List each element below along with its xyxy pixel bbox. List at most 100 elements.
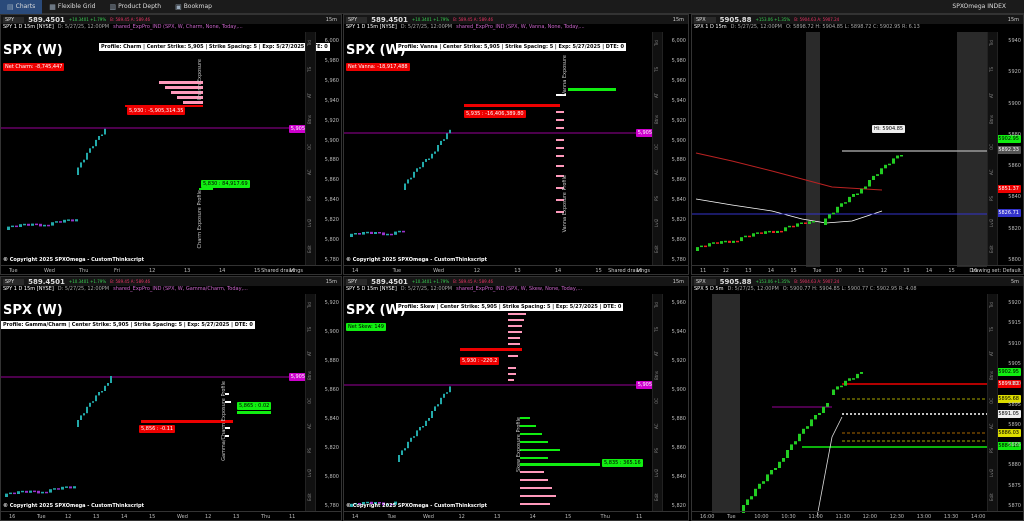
side-tab-at[interactable]: AT bbox=[307, 93, 312, 98]
price-tick-label: 5,900 bbox=[324, 137, 339, 144]
side-tab-ts[interactable]: TS bbox=[989, 327, 994, 332]
side-tab-lvl2[interactable]: Lvl2 bbox=[307, 219, 312, 227]
shared-drawings-menu[interactable]: Shared drawings bbox=[608, 268, 650, 274]
side-tab-btns[interactable]: Btns bbox=[989, 115, 994, 124]
chart-panel-skew[interactable]: SPY 589.4501 +10.3401 +1.79% B: 589.45 A: 5… bbox=[343, 276, 689, 521]
side-tab-lvl2[interactable]: Lvl2 bbox=[654, 219, 659, 227]
side-tab-trd[interactable]: Trd bbox=[654, 302, 659, 308]
side-tab-edit[interactable]: Edit bbox=[654, 245, 659, 253]
side-tab-oc[interactable]: OC bbox=[654, 398, 659, 404]
candle bbox=[73, 486, 76, 489]
side-tab-lvl2[interactable]: Lvl2 bbox=[307, 469, 312, 477]
shared-drawings-menu[interactable]: Shared drawings bbox=[261, 268, 303, 274]
side-tab-ac[interactable]: AC bbox=[654, 170, 659, 175]
side-tab-oc[interactable]: OC bbox=[307, 144, 312, 150]
side-tab-ac[interactable]: AC bbox=[307, 170, 312, 175]
side-tab-ps[interactable]: PS bbox=[989, 448, 994, 453]
chart-panel-spx-5m[interactable]: SPX 5905.88 +153.06 +1.35% B: 5904.63 A: 59… bbox=[691, 276, 1024, 521]
side-tab-edit[interactable]: Edit bbox=[989, 493, 994, 501]
side-tab-at[interactable]: AT bbox=[654, 93, 659, 98]
candle bbox=[398, 230, 401, 233]
side-tab-oc[interactable]: OC bbox=[989, 398, 994, 404]
side-tab-edit[interactable]: Edit bbox=[307, 493, 312, 501]
side-tab-ps[interactable]: PS bbox=[307, 448, 312, 453]
candle bbox=[13, 492, 16, 495]
tab-charts[interactable]: ▤ Charts bbox=[0, 0, 43, 14]
price-axis[interactable]: 6,000 5,980 5,960 5,940 5,920 5,900 5,880 5,860… bbox=[315, 32, 341, 265]
chart-panel-gamma-charm[interactable]: SPY 589.4501 +10.3401 +1.79% B: 589.45 A: 5… bbox=[0, 276, 342, 521]
candle bbox=[413, 436, 415, 438]
side-tab-trd[interactable]: Trd bbox=[307, 302, 312, 308]
side-tab-trd[interactable]: Trd bbox=[989, 302, 994, 308]
side-tab-ac[interactable]: AC bbox=[307, 423, 312, 428]
candle bbox=[794, 441, 797, 445]
side-tab-at[interactable]: AT bbox=[989, 93, 994, 98]
side-tab-ps[interactable]: PS bbox=[307, 196, 312, 201]
side-tab-ac[interactable]: AC bbox=[654, 423, 659, 428]
side-tab-btns[interactable]: Btns bbox=[989, 371, 994, 380]
side-tab-btns[interactable]: Btns bbox=[307, 115, 312, 124]
side-tab-at[interactable]: AT bbox=[989, 351, 994, 356]
side-tab-at[interactable]: AT bbox=[654, 351, 659, 356]
side-tab-edit[interactable]: Edit bbox=[654, 493, 659, 501]
price-axis[interactable]: 5940 5920 5900 5880 5860 5840 5820 5800 bbox=[997, 32, 1023, 265]
side-tab-ac[interactable]: AC bbox=[989, 170, 994, 175]
time-axis[interactable]: 16 Tue 12 13 14 15 Wed 12 13 Thu 11 bbox=[1, 511, 341, 520]
chart-panel-charm[interactable]: SPY 589.4501 +10.3401 +1.79% B: 589.45 A: 5… bbox=[0, 14, 342, 275]
side-tab-ac[interactable]: AC bbox=[989, 423, 994, 428]
candle bbox=[110, 376, 112, 383]
time-tick-label: 14 bbox=[529, 514, 536, 520]
side-tab-trd[interactable]: Trd bbox=[989, 40, 994, 46]
candle bbox=[402, 230, 405, 233]
side-tab-at[interactable]: AT bbox=[307, 351, 312, 356]
tab-product-depth[interactable]: ▥ Product Depth bbox=[102, 0, 168, 14]
time-tick-label: 12 bbox=[473, 268, 481, 274]
time-tick-label: 12 bbox=[722, 268, 729, 274]
price-tick-label: 5,920 bbox=[324, 117, 339, 124]
tab-flexible-grid[interactable]: ▦ Flexible Grid bbox=[42, 0, 102, 14]
tab-label: Flexible Grid bbox=[57, 3, 96, 10]
side-tab-ts[interactable]: TS bbox=[989, 67, 994, 72]
price-tick-label: 5,900 bbox=[671, 387, 686, 393]
price-tick-label: 5,880 bbox=[324, 358, 339, 364]
side-tab-trd[interactable]: Trd bbox=[654, 40, 659, 46]
side-tab-trd[interactable]: Trd bbox=[307, 40, 312, 46]
candle bbox=[814, 415, 817, 420]
side-tab-lvl2[interactable]: Lvl2 bbox=[654, 469, 659, 477]
candle bbox=[386, 233, 389, 236]
side-tab-ts[interactable]: TS bbox=[307, 67, 312, 72]
price-axis[interactable]: 6,000 5,980 5,960 5,940 5,920 5,900 5,880 5,860… bbox=[662, 32, 688, 265]
price-tick-label: 5,860 bbox=[324, 177, 339, 184]
side-tab-ps[interactable]: PS bbox=[654, 448, 659, 453]
chart-panel-vanna[interactable]: SPY 589.4501 +10.3401 +1.79% B: 589.45 A: 5… bbox=[343, 14, 689, 275]
time-axis[interactable]: 16:00 Tue 10:00 10:30 11:00 11:30 12:00 12:30 13… bbox=[692, 511, 1023, 520]
drawing-set-menu[interactable]: Drawing set: Default bbox=[969, 268, 1021, 274]
candle bbox=[358, 233, 361, 235]
side-tab-ps[interactable]: PS bbox=[989, 196, 994, 201]
side-tab-btns[interactable]: Btns bbox=[654, 115, 659, 124]
side-tab-edit[interactable]: Edit bbox=[307, 245, 312, 253]
tab-bookmap[interactable]: ▣ Bookmap bbox=[168, 0, 219, 14]
chart-panel-spx-15m[interactable]: SPX 5905.88 +153.06 +1.35% B: 5904.63 A: 59… bbox=[691, 14, 1024, 275]
side-tab-ts[interactable]: TS bbox=[654, 327, 659, 332]
price-axis[interactable]: 5,960 5,940 5,920 5,900 5,880 5,860 5,840 5,820 bbox=[662, 294, 688, 511]
side-tab-ts[interactable]: TS bbox=[654, 67, 659, 72]
candle bbox=[45, 491, 48, 494]
side-tab-lvl2[interactable]: Lvl2 bbox=[989, 219, 994, 227]
side-tab-ps[interactable]: PS bbox=[654, 196, 659, 201]
side-tab-edit[interactable]: Edit bbox=[989, 245, 994, 253]
side-tab-strip: Trd TS AT Btns OC AC PS Lvl2 Edit bbox=[987, 294, 997, 511]
side-tab-oc[interactable]: OC bbox=[989, 144, 994, 150]
side-tab-oc[interactable]: OC bbox=[307, 398, 312, 404]
price-axis[interactable]: 5,920 5,900 5,880 5,860 5,840 5,820 5,800 5,780 bbox=[315, 294, 341, 511]
side-tab-btns[interactable]: Btns bbox=[307, 371, 312, 380]
price-tick-label: 5,900 bbox=[324, 329, 339, 335]
price-axis[interactable]: 5920 5915 5910 5905 5900 5895 5890 5885 5880 5875… bbox=[997, 294, 1023, 511]
side-tab-lvl2[interactable]: Lvl2 bbox=[989, 469, 994, 477]
time-tick-label: 16 bbox=[9, 514, 16, 520]
side-tab-btns[interactable]: Btns bbox=[654, 371, 659, 380]
time-axis[interactable]: 14 Tue Wed 12 13 14 15 Thu 11 bbox=[344, 511, 688, 520]
candle bbox=[53, 488, 56, 490]
side-tab-oc[interactable]: OC bbox=[654, 144, 659, 150]
side-tab-ts[interactable]: TS bbox=[307, 327, 312, 332]
